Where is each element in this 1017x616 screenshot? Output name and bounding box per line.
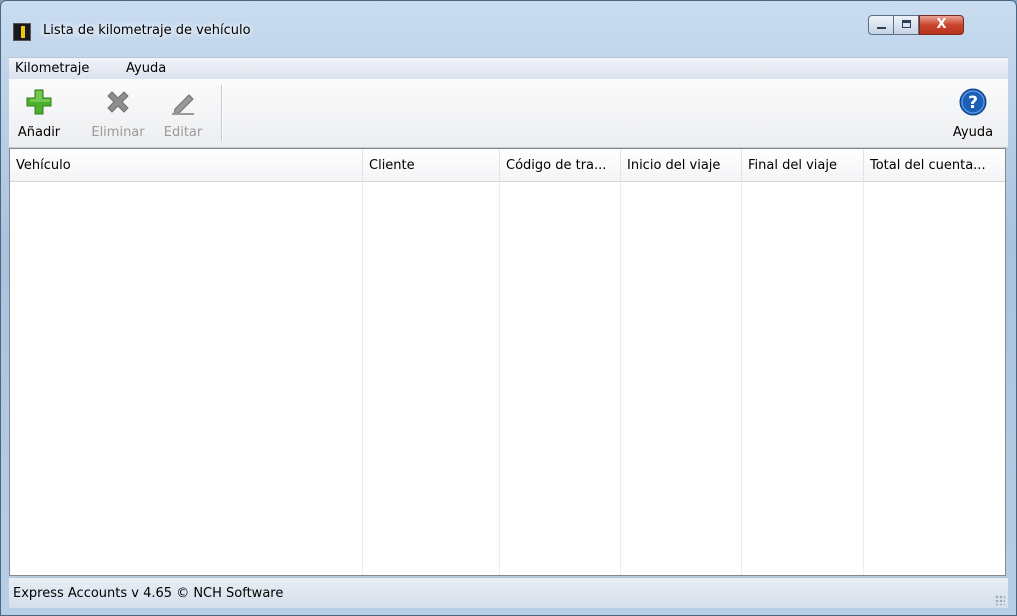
app-icon xyxy=(13,23,31,41)
pencil-icon xyxy=(172,94,194,115)
window-title: Lista de kilometraje de vehículo xyxy=(43,23,251,38)
mileage-list[interactable]: Vehículo Cliente Código de tra... Inicio… xyxy=(9,148,1006,576)
close-icon: X xyxy=(936,17,947,32)
menu-bar: Kilometraje Ayuda xyxy=(9,57,1008,79)
delete-label: Eliminar xyxy=(91,125,145,140)
add-label: Añadir xyxy=(17,125,61,140)
column-header-client[interactable]: Cliente xyxy=(363,149,500,181)
maximize-button[interactable] xyxy=(893,15,919,35)
column-divider xyxy=(863,181,864,575)
help-label: Ayuda xyxy=(952,125,994,140)
column-header-odometer-total[interactable]: Total del cuenta... xyxy=(864,149,1005,181)
status-text: Express Accounts v 4.65 © NCH Software xyxy=(13,586,284,601)
delete-button[interactable]: Eliminar xyxy=(85,83,151,145)
resize-grip[interactable] xyxy=(995,595,1005,605)
menu-ayuda[interactable]: Ayuda xyxy=(126,61,166,76)
title-bar[interactable]: Lista de kilometraje de vehículo X xyxy=(1,1,1016,49)
plus-icon xyxy=(26,89,52,115)
minimize-button[interactable] xyxy=(868,15,894,35)
column-divider xyxy=(499,181,500,575)
svg-text:?: ? xyxy=(968,93,978,113)
edit-button[interactable]: Editar xyxy=(159,83,207,145)
status-bar: Express Accounts v 4.65 © NCH Software xyxy=(9,577,1008,608)
help-button[interactable]: ? Ayuda xyxy=(947,83,999,145)
column-divider xyxy=(620,181,621,575)
toolbar-separator xyxy=(221,85,223,141)
column-divider xyxy=(362,181,363,575)
menu-kilometraje[interactable]: Kilometraje xyxy=(15,61,89,76)
column-header-transaction-code[interactable]: Código de tra... xyxy=(500,149,621,181)
minimize-icon xyxy=(877,27,886,29)
column-header-vehicle[interactable]: Vehículo xyxy=(10,149,363,181)
add-button[interactable]: Añadir xyxy=(15,83,63,145)
close-button[interactable]: X xyxy=(919,15,964,35)
app-window: Lista de kilometraje de vehículo X Kilom… xyxy=(0,0,1017,616)
column-divider xyxy=(741,181,742,575)
list-header: Vehículo Cliente Código de tra... Inicio… xyxy=(10,149,1005,182)
column-header-trip-start[interactable]: Inicio del viaje xyxy=(621,149,742,181)
toolbar: Añadir Eliminar Editar ? Ayuda xyxy=(9,79,1008,148)
edit-label: Editar xyxy=(163,125,203,140)
maximize-icon xyxy=(902,20,911,28)
help-icon: ? xyxy=(959,88,987,116)
delete-x-icon xyxy=(107,91,129,113)
column-header-trip-end[interactable]: Final del viaje xyxy=(742,149,864,181)
